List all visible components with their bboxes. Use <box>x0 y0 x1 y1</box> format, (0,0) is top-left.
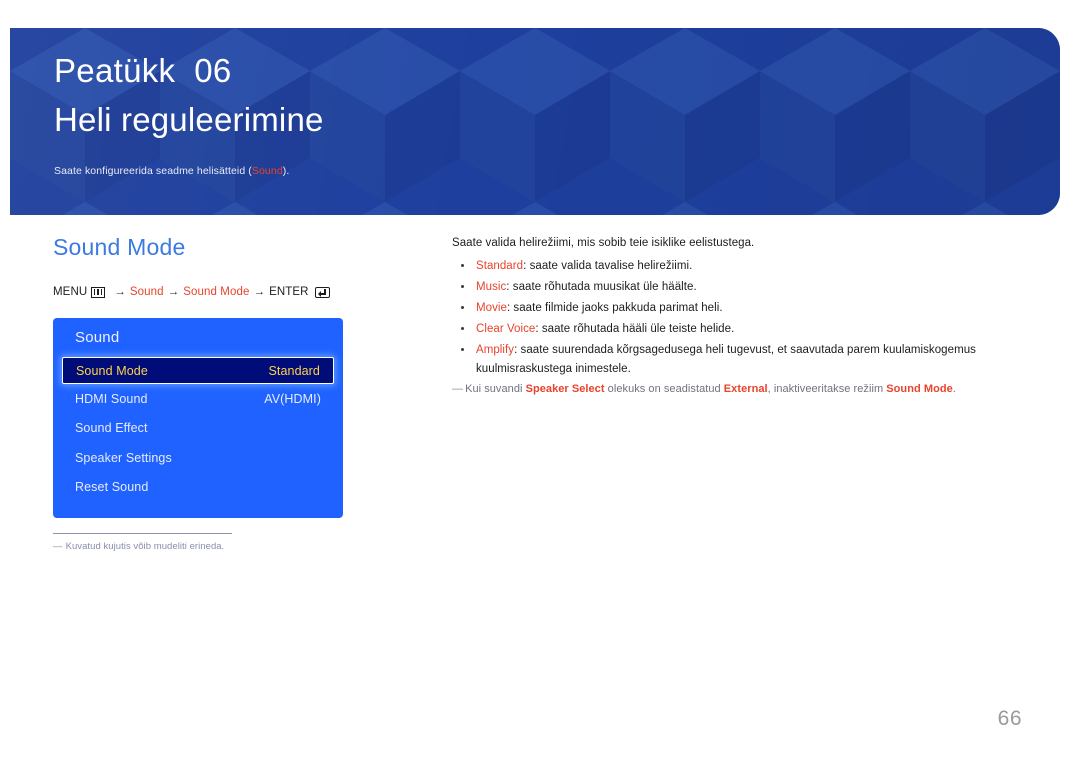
osd-row-value: AV(HDMI) <box>264 391 321 406</box>
description-column: Saate valida helirežiimi, mis sobib teie… <box>452 234 992 399</box>
header-subtitle-highlight: Sound <box>251 165 283 177</box>
option-description: : saate suurendada kõrgsagedusega heli t… <box>476 344 976 375</box>
note-part-3: , inaktiveeritakse režiim <box>767 383 887 396</box>
speaker-select-note: ― Kui suvandi Speaker Select olekuks on s… <box>452 381 992 399</box>
sound-mode-option-list: Standard: saate valida tavalise helireži… <box>452 257 992 379</box>
header-subtitle: Saate konfigureerida seadme helisätteid … <box>54 136 1060 177</box>
list-item: Standard: saate valida tavalise helireži… <box>452 257 992 276</box>
enter-label: ENTER <box>269 286 309 298</box>
note-keyword-sound-mode: Sound Mode <box>886 383 953 396</box>
osd-row-label: HDMI Sound <box>75 391 148 406</box>
osd-panel-title: Sound <box>75 329 120 346</box>
osd-row-label: Sound Effect <box>75 421 148 436</box>
osd-row-hdmi-sound[interactable]: HDMI Sound AV(HDMI) <box>53 384 343 414</box>
osd-row-label: Sound Mode <box>76 363 148 378</box>
osd-row-sound-effect[interactable]: Sound Effect <box>53 414 343 444</box>
list-item: Amplify: saate suurendada kõrgsagedusega… <box>452 341 992 378</box>
note-dash: ― <box>452 383 464 396</box>
option-keyword: Clear Voice <box>476 323 536 335</box>
note-keyword-speaker-select: Speaker Select <box>525 383 605 396</box>
option-keyword: Amplify <box>476 344 515 357</box>
note-part-1: Kui suvandi <box>465 383 526 396</box>
osd-row-label: Reset Sound <box>75 480 149 495</box>
page-number: 66 <box>997 707 1022 730</box>
list-item: Music: saate rõhutada muusikat üle häält… <box>452 278 992 297</box>
menu-path-breadcrumb: MENU → Sound → Sound Mode → ENTER <box>53 286 330 298</box>
menu-path-step-sound: Sound <box>129 286 164 298</box>
option-description: : saate filmide jaoks pakkuda parimat he… <box>506 301 723 314</box>
note-keyword-external: External <box>723 383 768 396</box>
arrow-separator-3: → <box>253 286 266 298</box>
option-description: : saate rõhutada hääli üle teiste helide… <box>535 323 735 335</box>
option-description: : saate rõhutada muusikat üle häälte. <box>506 280 697 293</box>
footnote-dash: ― <box>53 541 63 552</box>
footnote-divider <box>53 533 232 534</box>
option-keyword: Movie <box>476 301 507 314</box>
arrow-separator-1: → <box>114 286 126 298</box>
note-part-4: . <box>952 383 956 396</box>
menu-path-step-sound-mode: Sound Mode <box>183 286 250 298</box>
osd-row-reset-sound[interactable]: Reset Sound <box>53 473 343 503</box>
osd-row-speaker-settings[interactable]: Speaker Settings <box>53 443 343 473</box>
footnote-text-row: ― Kuvatud kujutis võib mudeliti erineda. <box>53 541 343 552</box>
osd-menu-panel: Sound Sound Mode Standard HDMI Sound AV(… <box>53 318 343 518</box>
menu-label: MENU <box>53 286 88 298</box>
chapter-title: Heli reguleerimine <box>54 101 324 138</box>
chapter-header-banner: Peatükk 06 Heli reguleerimine Saate konf… <box>10 28 1060 215</box>
option-keyword: Standard <box>476 259 524 272</box>
list-item: Movie: saate filmide jaoks pakkuda parim… <box>452 299 992 318</box>
osd-row-sound-mode[interactable]: Sound Mode Standard <box>62 357 334 384</box>
page-title: Sound Mode <box>53 234 186 260</box>
osd-row-label: Speaker Settings <box>75 450 172 465</box>
option-keyword: Music <box>476 280 507 293</box>
osd-row-value: Standard <box>268 363 320 378</box>
arrow-separator-2: → <box>167 286 180 298</box>
chapter-label: Peatükk 06 <box>54 52 232 89</box>
header-subtitle-after: ). <box>282 165 290 177</box>
image-disclaimer-footnote: ― Kuvatud kujutis võib mudeliti erineda. <box>53 533 343 552</box>
note-part-2: olekuks on seadistatud <box>604 383 724 396</box>
enter-icon <box>314 286 330 298</box>
header-subtitle-before: Saate konfigureerida seadme helisätteid … <box>54 165 252 177</box>
footnote-text: Kuvatud kujutis võib mudeliti erineda. <box>65 541 225 552</box>
menu-icon <box>91 286 106 298</box>
option-description: : saate valida tavalise helirežiimi. <box>523 259 693 272</box>
intro-paragraph: Saate valida helirežiimi, mis sobib teie… <box>452 237 755 249</box>
list-item: Clear Voice: saate rõhutada hääli üle te… <box>452 320 992 339</box>
